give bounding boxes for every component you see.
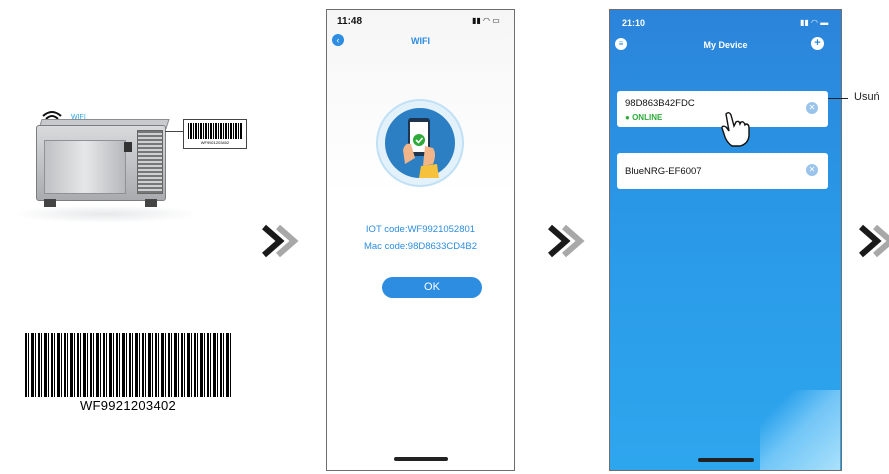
double-chevron-icon	[548, 224, 585, 258]
device-card[interactable]: BlueNRG-EF6007 ✕	[617, 153, 828, 189]
heat-pump-panel	[44, 140, 126, 194]
remove-device-icon[interactable]: ✕	[806, 102, 818, 114]
phone-connect-illustration-icon	[376, 99, 464, 187]
small-barcode-text: WF9921203402	[200, 140, 230, 145]
hand-pointer-icon	[721, 112, 750, 147]
city-illustration	[760, 390, 840, 470]
status-time: 21:10	[622, 18, 646, 28]
device-name: BlueNRG-EF6007	[625, 166, 702, 177]
device-shadow	[10, 205, 200, 223]
home-indicator	[698, 458, 754, 462]
heat-pump-grille	[137, 130, 163, 194]
online-label: ONLINE	[632, 113, 663, 122]
iot-code-text: IOT code:WF9921052801	[365, 224, 476, 235]
heat-pump-display	[124, 142, 132, 152]
page-title: WIFI	[411, 36, 430, 46]
phone-my-device-screen: 21:10 ▮▮ ◠ ▬ ≡ My Device + 98D863B42FDC …	[609, 9, 842, 471]
home-indicator	[394, 457, 448, 461]
double-chevron-icon	[262, 224, 299, 258]
device-name: 98D863B42FDC	[625, 98, 695, 109]
double-chevron-icon	[859, 224, 889, 258]
page-title: My Device	[703, 40, 748, 50]
heat-pump-foot	[145, 199, 157, 207]
mac-code-text: Mac code:98D8633CD4B2	[363, 241, 477, 252]
heat-pump-foot	[44, 199, 56, 207]
leader-line	[165, 131, 183, 132]
add-device-icon[interactable]: +	[811, 37, 824, 50]
status-icons: ▮▮ ◠ ▭	[472, 16, 500, 25]
barcode-text: WF9921203402	[79, 398, 177, 413]
check-circle-icon: ●	[625, 113, 630, 122]
status-icons: ▮▮ ◠ ▬	[800, 18, 829, 27]
ok-button[interactable]: OK	[382, 277, 482, 298]
barcode-image	[25, 333, 231, 397]
usun-label: Usuń	[854, 91, 880, 103]
phone-wifi-screen: 11:48 ▮▮ ◠ ▭ ‹ WIFI IOT code:WF992105280…	[326, 9, 515, 471]
remove-device-icon[interactable]: ✕	[806, 164, 818, 176]
online-status: ● ONLINE	[625, 113, 662, 122]
barcode-bars	[188, 123, 242, 139]
annotation-line	[828, 98, 848, 99]
device-barcode-label: WF9921203402	[183, 119, 247, 149]
status-time: 11:48	[337, 16, 363, 27]
